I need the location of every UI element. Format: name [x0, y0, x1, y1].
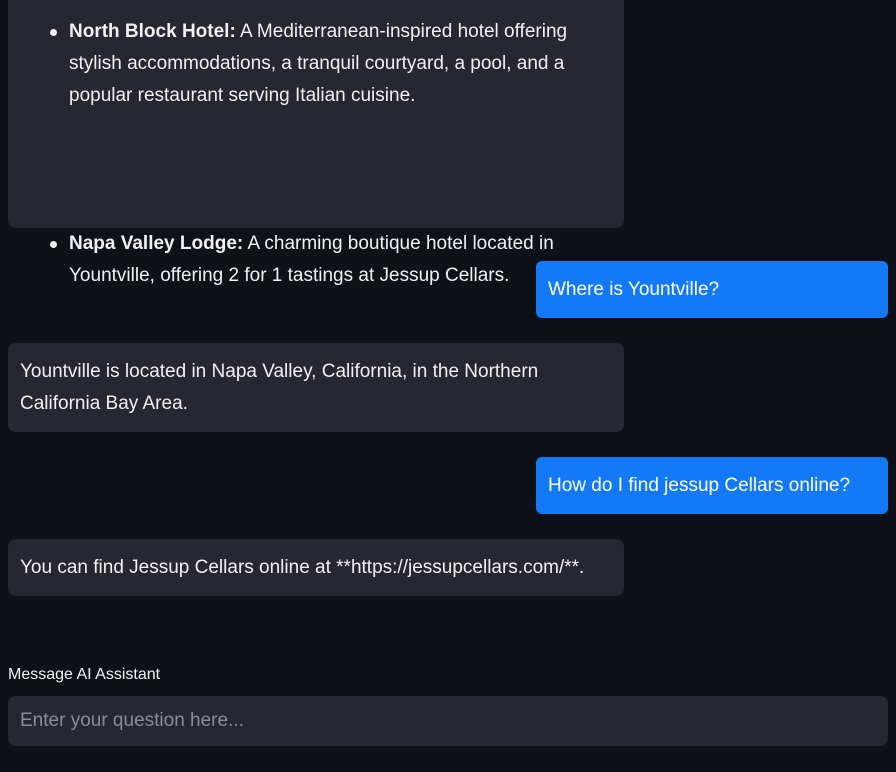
input-label: Message AI Assistant: [8, 666, 161, 683]
hotel-list: North Block Hotel: A Mediterranean-inspi…: [20, 0, 612, 286]
assistant-message: North Block Hotel: A Mediterranean-inspi…: [8, 0, 624, 286]
bullet-icon: [50, 29, 57, 36]
assistant-message: You can find Jessup Cellars online at **…: [8, 539, 624, 596]
list-item: North Block Hotel: A Mediterranean-inspi…: [32, 16, 618, 112]
list-item: Napa Valley Lodge: A charming boutique h…: [32, 228, 618, 292]
message-input-container[interactable]: [8, 696, 888, 746]
user-message: Where is Yountville?: [536, 261, 888, 318]
bullet-icon: [50, 241, 57, 248]
assistant-message: Yountville is located in Napa Valley, Ca…: [8, 343, 624, 432]
message-input[interactable]: [9, 697, 887, 745]
list-item-title: Napa Valley Lodge:: [69, 233, 244, 254]
user-message: How do I find jessup Cellars online?: [536, 457, 888, 514]
list-item-title: North Block Hotel:: [69, 21, 236, 42]
